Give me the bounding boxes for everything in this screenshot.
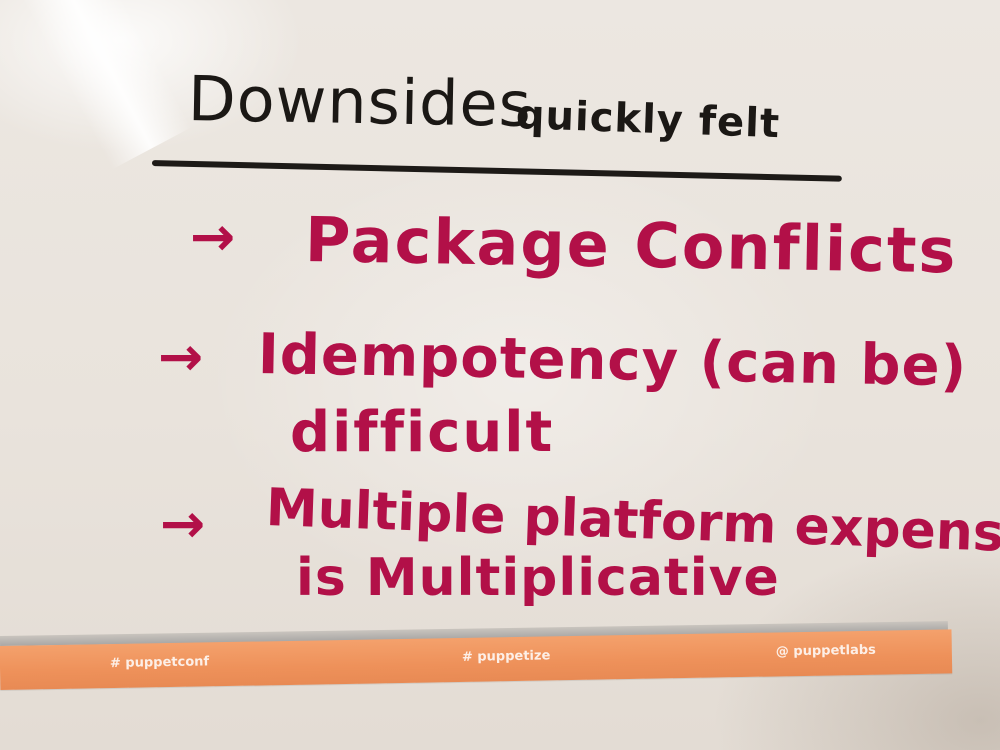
bullet-text-continued: difficult <box>290 400 555 465</box>
heading-main: Downsides <box>187 62 533 141</box>
handle-label: @ puppetlabs <box>775 642 876 660</box>
bullet-text: Idempotency (can be) <box>257 322 968 400</box>
hashtag-label: # puppetconf <box>109 654 210 672</box>
light-glare <box>18 0 192 170</box>
hashtag-label: # puppetize <box>461 648 551 665</box>
bullet-text: Package Conflicts <box>304 203 959 288</box>
heading-underline <box>151 160 842 182</box>
bullet-arrow-icon: → <box>158 325 204 388</box>
whiteboard: Downsides quickly felt → Package Conflic… <box>0 0 1000 750</box>
bullet-arrow-icon: → <box>160 492 206 555</box>
heading-sub: quickly felt <box>515 92 781 148</box>
bullet-text-continued: is Multiplicative <box>296 548 780 608</box>
bullet-arrow-icon: → <box>190 205 236 268</box>
